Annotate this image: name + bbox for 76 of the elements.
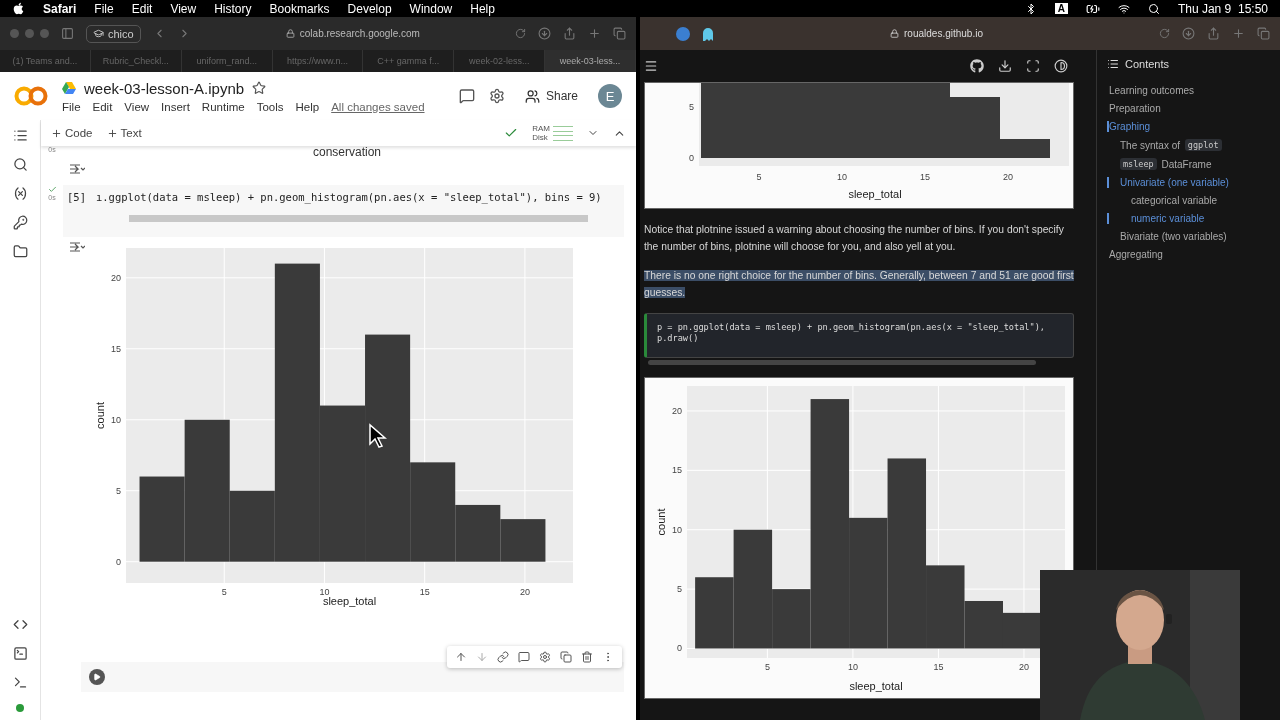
toc-link[interactable]: Graphing [1107, 121, 1270, 132]
menu-item[interactable]: Develop [347, 1, 392, 16]
toc-link[interactable]: Learning outcomes [1107, 85, 1270, 96]
toc-link[interactable]: Univariate (one variable) [1107, 177, 1270, 188]
avatar[interactable]: E [598, 84, 622, 108]
x-axis-label: sleep_total [848, 188, 902, 200]
axis-tick-label: 15 [933, 662, 944, 672]
code-line: p.draw() [657, 333, 700, 343]
code-cell[interactable]: [5] ı.ggplot(data = msleep) + pn.geom_histogram(pn.aes(x = "sleep_total"), bins = 9) [63, 185, 624, 237]
axis-tick-label: 5 [677, 584, 682, 595]
axis-tick-label: 0 [677, 643, 682, 654]
share-button[interactable]: Share [518, 87, 584, 105]
axis-tick-label: 10 [847, 662, 858, 672]
axis-tick-label: 15 [920, 172, 930, 182]
address-bar[interactable]: colab.research.google.com [202, 28, 503, 39]
input-source-indicator[interactable]: A [1054, 3, 1068, 14]
notebook-title[interactable]: week-03-lesson-A.ipynb [84, 79, 245, 97]
x-axis-label: sleep_total [849, 680, 903, 692]
output-text: conservation [313, 146, 382, 159]
resource-meter[interactable]: RAM Disk [532, 124, 573, 142]
paragraph: There is no one right choice for the number of bins. Generally, between 7 and 51 are good first guesses. [644, 269, 1075, 300]
axis-tick-label: 10 [672, 524, 682, 535]
menu-item[interactable]: Insert [161, 100, 190, 113]
axis-tick-label: 20 [1003, 172, 1013, 182]
menu-item[interactable]: File [94, 1, 114, 16]
toc-link[interactable]: Bivariate (two variables) [1107, 231, 1270, 242]
axis-tick-label: 0 [116, 556, 121, 567]
toc-link[interactable]: msleep DataFrame [1107, 158, 1270, 170]
axis-tick-label: 15 [419, 587, 430, 597]
axis-tick-label: 5 [764, 662, 770, 672]
profile-button[interactable]: chico [86, 24, 141, 43]
axis-tick-label: 20 [672, 405, 682, 416]
browser-tab[interactable]: week-03-less... [545, 50, 636, 72]
add-text-button[interactable]: Text [106, 127, 142, 139]
menu-item[interactable]: Safari [43, 1, 77, 16]
toc-link[interactable]: Aggregating [1107, 249, 1270, 260]
y-axis-label: count [655, 508, 667, 536]
axis-tick-label: 0 [689, 153, 694, 163]
clock: Thu Jan 9 15:50 [1177, 1, 1268, 16]
menu-item[interactable]: Edit [92, 100, 113, 113]
axis-tick-label: 5 [116, 485, 121, 496]
execution-count: [5] [67, 191, 86, 203]
code-line: ı.ggplot(data = msleep) + pn.geom_histogram(pn.aes(x = "sleep_total"), bins = 9) [95, 191, 602, 203]
toc-link[interactable]: The syntax of ggplot [1107, 139, 1270, 151]
save-status-link[interactable]: All changes saved [331, 100, 425, 113]
axis-tick-label: 20 [111, 272, 121, 283]
menu-item[interactable]: Tools [256, 100, 284, 113]
y-axis-label: count [94, 402, 106, 429]
menu-item[interactable]: Edit [131, 1, 153, 16]
menu-item[interactable]: Bookmarks [269, 1, 330, 16]
axis-tick-label: 15 [111, 343, 121, 354]
menu-item[interactable]: Runtime [201, 100, 245, 113]
menu-item[interactable]: Help [295, 100, 320, 113]
menu-item[interactable]: View [170, 1, 197, 16]
axis-tick-label: 10 [837, 172, 847, 182]
toc-link[interactable]: Preparation [1107, 103, 1270, 114]
axis-tick-label: 15 [672, 465, 682, 476]
code-line: p = pn.ggplot(data = msleep) + pn.geom_histogram(pn.aes(x = "sleep_total"), [657, 322, 1047, 332]
toc-link[interactable]: numeric variable [1107, 213, 1270, 224]
axis-tick-label: 5 [756, 172, 762, 182]
menu-item[interactable]: Help [470, 1, 495, 16]
paragraph: Notice that plotnine issued a warning about choosing the number of bins. If you don't specify the number of bins, plotnine will choose for you, and also yell at you. [644, 223, 1065, 254]
menu-item[interactable]: Window [409, 1, 453, 16]
axis-tick-label: 10 [319, 587, 330, 597]
axis-tick-label: 5 [689, 102, 694, 112]
add-code-button[interactable]: Code [51, 127, 93, 139]
axis-tick-label: 5 [221, 587, 227, 597]
menu-item[interactable]: File [62, 100, 81, 113]
axis-tick-label: 10 [111, 414, 121, 425]
toc-link[interactable]: categorical variable [1107, 195, 1270, 206]
menu-item[interactable]: View [124, 100, 150, 113]
axis-tick-label: 20 [519, 587, 530, 597]
menu-item[interactable]: History [214, 1, 252, 16]
axis-tick-label: 20 [1018, 662, 1029, 672]
contents-heading: Contents [1125, 58, 1170, 70]
x-axis-label: sleep_total [322, 595, 377, 607]
